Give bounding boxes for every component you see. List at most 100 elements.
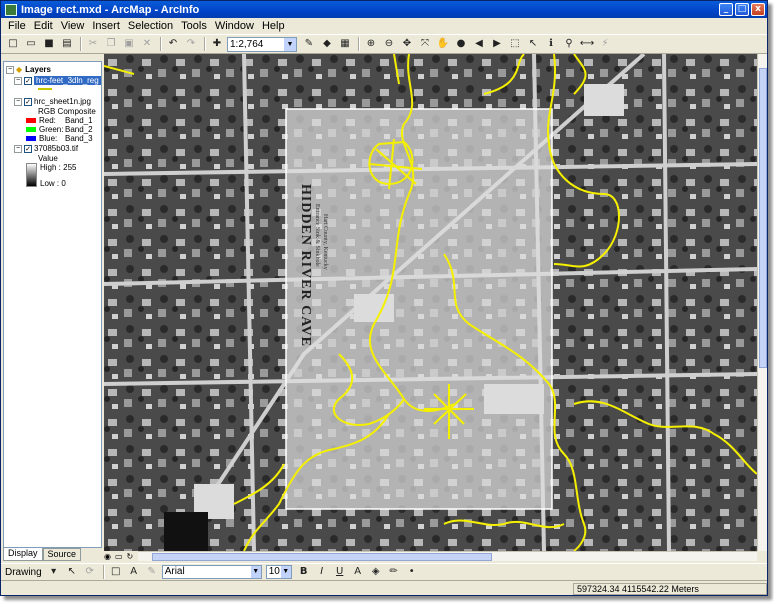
low-text: Low : 0 <box>40 179 66 188</box>
edit-vertices-icon[interactable]: ✎ <box>144 564 160 580</box>
font-name-select[interactable]: Arial ▼ <box>161 565 262 579</box>
vertical-scrollbar[interactable] <box>757 54 767 551</box>
refresh-icon[interactable]: ↻ <box>127 552 134 561</box>
coordinate-readout: 597324.34 4115542.22 Meters <box>573 583 767 595</box>
menu-selection[interactable]: Selection <box>124 20 177 32</box>
toc-layers-root[interactable]: − ◆ Layers <box>6 65 51 74</box>
layout-view-icon[interactable]: ▭ <box>115 552 123 561</box>
menu-view[interactable]: View <box>57 20 89 32</box>
layer-visibility-checkbox[interactable]: ✓ <box>24 76 32 85</box>
identify-icon[interactable]: ℹ <box>543 36 559 52</box>
table-of-contents: − ◆ Layers − ✓ hrc-feet_3dln_reg − ✓ hrc… <box>3 61 102 548</box>
open-folder-icon[interactable]: ▭ <box>23 36 39 52</box>
map-scale-select[interactable]: 1:2,764 ▼ <box>227 36 297 52</box>
chevron-down-icon: ▼ <box>280 566 291 578</box>
collapse-icon[interactable]: − <box>14 97 22 106</box>
view-switch-buttons: ◉ ▭ ↻ <box>104 551 138 561</box>
collapse-icon[interactable]: − <box>14 76 22 85</box>
toolbar-separator <box>160 37 162 51</box>
high-text: High : 255 <box>40 163 77 172</box>
arctoolbox-icon[interactable]: ◆ <box>319 36 335 52</box>
chevron-down-icon: ▼ <box>250 566 261 578</box>
blue-swatch <box>26 136 36 141</box>
fixed-zoom-out-icon[interactable]: ⤧ <box>417 36 433 52</box>
toc-layer-tif[interactable]: − ✓ 37085b03.tif <box>14 144 78 153</box>
menu-help[interactable]: Help <box>258 20 289 32</box>
collapse-icon[interactable]: − <box>6 65 14 74</box>
marker-color-icon[interactable]: • <box>404 564 420 580</box>
add-data-icon[interactable]: ✚ <box>209 36 225 52</box>
bold-button[interactable]: B <box>296 564 312 580</box>
menu-window[interactable]: Window <box>211 20 258 32</box>
chevron-down-icon[interactable]: ▾ <box>46 564 62 580</box>
rectangle-icon[interactable]: □ <box>108 564 124 580</box>
find-icon[interactable]: ⚲ <box>561 36 577 52</box>
print-icon[interactable]: ▤ <box>59 36 75 52</box>
sheet-subtitle-1: Entrance Sink & Sinkhole <box>314 204 320 267</box>
toolbar-separator <box>204 37 206 51</box>
undo-icon[interactable]: ↶ <box>165 36 181 52</box>
redo-icon[interactable]: ↷ <box>183 36 199 52</box>
delete-icon[interactable]: ✕ <box>139 36 155 52</box>
menu-edit[interactable]: Edit <box>30 20 57 32</box>
tab-source[interactable]: Source <box>42 548 82 561</box>
high-label: High : 255 <box>40 163 76 172</box>
paste-icon[interactable]: ▣ <box>121 36 137 52</box>
italic-button[interactable]: I <box>314 564 330 580</box>
text-tool-icon[interactable]: A <box>126 564 142 580</box>
fill-color-icon[interactable]: ◈ <box>368 564 384 580</box>
full-extent-icon[interactable]: ● <box>453 36 469 52</box>
horizontal-scrollbar[interactable] <box>138 551 757 561</box>
new-document-icon[interactable]: □ <box>5 36 21 52</box>
close-button[interactable]: x <box>751 3 765 16</box>
menu-tools[interactable]: Tools <box>177 20 211 32</box>
layer-visibility-checkbox[interactable]: ✓ <box>24 144 32 153</box>
vertical-scroll-thumb[interactable] <box>759 68 767 368</box>
menu-file[interactable]: File <box>4 20 30 32</box>
select-elements-icon[interactable]: ↖ <box>64 564 80 580</box>
horizontal-scroll-thumb[interactable] <box>152 553 492 561</box>
tab-display[interactable]: Display <box>3 548 43 561</box>
band-value: Band_1 <box>65 116 93 125</box>
minimize-button[interactable]: _ <box>719 3 733 16</box>
layers-icon: ◆ <box>16 65 23 74</box>
command-line-icon[interactable]: ▦ <box>337 36 353 52</box>
font-size-select[interactable]: 10 ▼ <box>265 565 292 579</box>
toc-layer-hrc-sheet[interactable]: − ✓ hrc_sheet1n.jpg <box>14 97 91 106</box>
underline-button[interactable]: U <box>332 564 348 580</box>
editor-toolbar-icon[interactable]: ✎ <box>301 36 317 52</box>
pan-icon[interactable]: ✋ <box>435 36 451 52</box>
rotate-icon[interactable]: ⟳ <box>82 564 98 580</box>
cut-icon[interactable]: ✂ <box>85 36 101 52</box>
select-features-icon[interactable]: ⬚ <box>507 36 523 52</box>
red-swatch <box>26 118 36 123</box>
menu-bar: File Edit View Insert Selection Tools Wi… <box>1 18 767 34</box>
standard-toolbar: □ ▭ ■ ▤ ✂ ❐ ▣ ✕ ↶ ↷ ✚ 1:2,764 ▼ ✎ ◆ ▦ ⊕ … <box>1 34 767 54</box>
value-label: Value <box>38 154 58 163</box>
title-bar[interactable]: Image rect.mxd - ArcMap - ArcInfo _ □ x <box>1 1 767 18</box>
zoom-out-icon[interactable]: ⊖ <box>381 36 397 52</box>
map-view[interactable]: HIDDEN RIVER CAVE Entrance Sink & Sinkho… <box>104 54 757 551</box>
copy-icon[interactable]: ❐ <box>103 36 119 52</box>
layer-visibility-checkbox[interactable]: ✓ <box>24 97 32 106</box>
zoom-in-icon[interactable]: ⊕ <box>363 36 379 52</box>
font-color-icon[interactable]: A <box>350 564 366 580</box>
collapse-icon[interactable]: − <box>14 144 22 153</box>
hyperlink-icon[interactable]: ⚡ <box>597 36 613 52</box>
line-symbol <box>38 88 52 90</box>
value-text: Value <box>38 154 58 163</box>
select-elements-icon[interactable]: ↖ <box>525 36 541 52</box>
menu-insert[interactable]: Insert <box>88 20 124 32</box>
data-view-icon[interactable]: ◉ <box>104 552 111 561</box>
maximize-button[interactable]: □ <box>735 3 749 16</box>
window-title: Image rect.mxd - ArcMap - ArcInfo <box>21 3 200 16</box>
fixed-zoom-in-icon[interactable]: ✥ <box>399 36 415 52</box>
measure-icon[interactable]: ⟷ <box>579 36 595 52</box>
save-icon[interactable]: ■ <box>41 36 57 52</box>
drawing-menu[interactable]: Drawing <box>5 567 42 578</box>
line-color-icon[interactable]: ✏ <box>386 564 402 580</box>
forward-extent-icon[interactable]: ▶ <box>489 36 505 52</box>
drawing-toolbar: Drawing ▾ ↖ ⟳ □ A ✎ Arial ▼ 10 ▼ B I U A… <box>1 563 767 581</box>
toc-layer-hrc-feet[interactable]: − ✓ hrc-feet_3dln_reg <box>14 76 101 85</box>
back-extent-icon[interactable]: ◀ <box>471 36 487 52</box>
